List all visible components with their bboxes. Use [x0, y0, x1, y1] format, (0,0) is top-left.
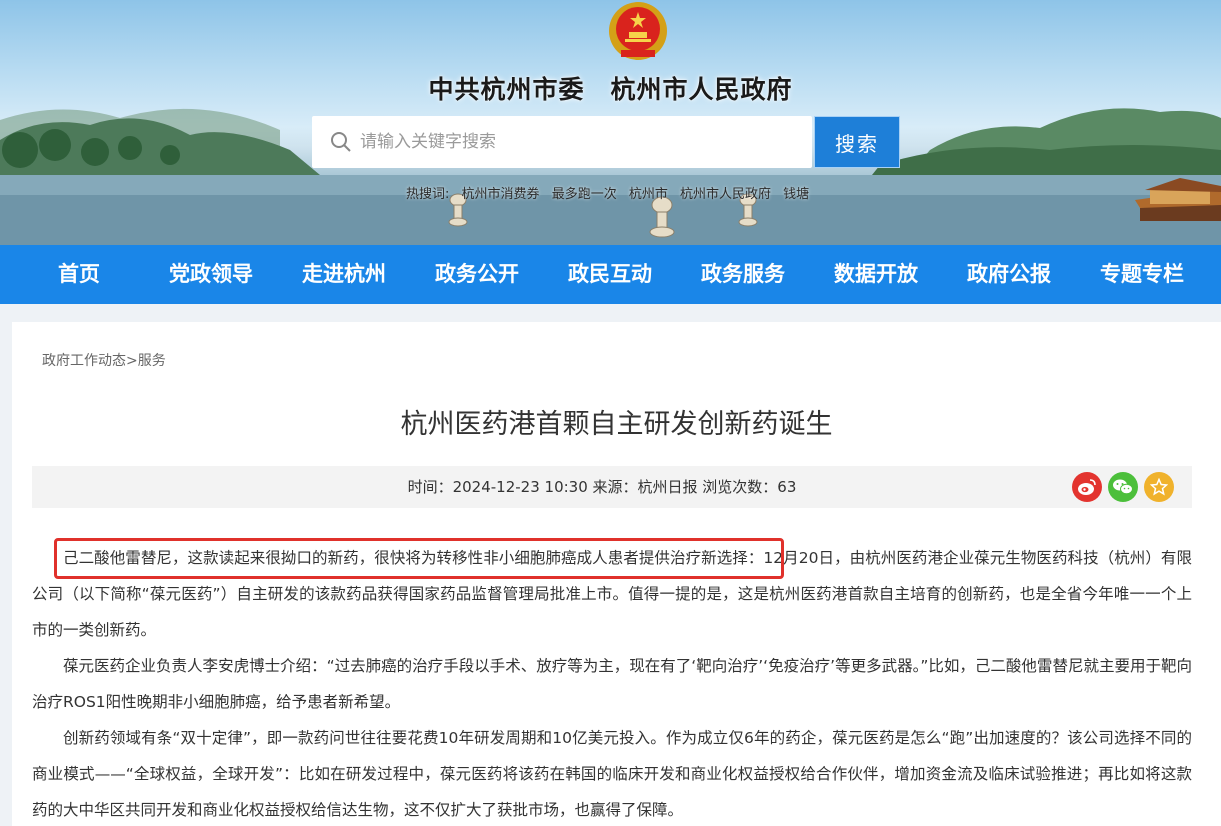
- hot-search-link[interactable]: 杭州市: [629, 187, 668, 202]
- hot-search-links: 热搜词: 杭州市消费券 最多跑一次 杭州市 杭州市人民政府 钱塘: [406, 183, 817, 202]
- breadcrumb-separator: >: [126, 353, 138, 369]
- search-icon: [331, 132, 351, 152]
- article-paragraph: 创新药领域有条“双十定律”，即一款药问世往往要花费10年研发周期和10亿美元投入…: [32, 729, 1192, 819]
- nav-item-open-data[interactable]: 数据开放: [816, 245, 936, 304]
- share-icons: [1072, 472, 1174, 502]
- search-input[interactable]: [360, 132, 780, 152]
- nav-item-leadership[interactable]: 党政领导: [151, 245, 271, 304]
- breadcrumb-parent[interactable]: 政府工作动态: [42, 353, 126, 369]
- nav-item-interaction[interactable]: 政民互动: [550, 245, 670, 304]
- article-meta: 时间：2024-12-23 10:30 来源：杭州日报 浏览次数：63: [407, 478, 797, 496]
- article-body: 己二酸他雷替尼，这款读起来很拗口的新药，很快将为转移性非小细胞肺癌成人患者提供治…: [32, 540, 1192, 826]
- weibo-share-icon[interactable]: [1072, 472, 1102, 502]
- hot-search-link[interactable]: 杭州市消费券: [462, 187, 540, 202]
- search-box[interactable]: [312, 116, 812, 168]
- nav-item-home[interactable]: 首页: [19, 245, 139, 304]
- article-title: 杭州医药港首颗自主研发创新药诞生: [400, 409, 833, 440]
- search-button[interactable]: 搜索: [814, 116, 900, 168]
- breadcrumb-current[interactable]: 服务: [138, 353, 166, 369]
- hot-search-label: 热搜词:: [406, 187, 450, 202]
- main-nav: 首页 党政领导 走进杭州 政务公开 政民互动 政务服务 数据开放 政府公报 专题…: [0, 245, 1221, 304]
- breadcrumb: 政府工作动态>服务: [42, 350, 166, 370]
- nav-item-topics[interactable]: 专题专栏: [1082, 245, 1202, 304]
- article-meta-bar: 时间：2024-12-23 10:30 来源：杭州日报 浏览次数：63: [32, 466, 1192, 508]
- site-title: 中共杭州市委 杭州市人民政府: [428, 75, 793, 104]
- nav-item-gazette[interactable]: 政府公报: [949, 245, 1069, 304]
- hot-search-link[interactable]: 杭州市人民政府: [680, 187, 771, 202]
- wechat-share-icon[interactable]: [1108, 472, 1138, 502]
- national-emblem-icon: [609, 2, 667, 60]
- highlight-box: [54, 538, 784, 579]
- nav-item-services[interactable]: 政务服务: [683, 245, 803, 304]
- hot-search-link[interactable]: 钱塘: [783, 187, 809, 202]
- article-paragraph: 葆元医药企业负责人李安虎博士介绍：“过去肺癌的治疗手段以手术、放疗等为主，现在有…: [32, 657, 1192, 711]
- nav-item-about[interactable]: 走进杭州: [284, 245, 404, 304]
- header-banner: 中共杭州市委 杭州市人民政府 搜索 热搜词: 杭州市消费券 最多跑一次 杭州市 …: [0, 0, 1221, 245]
- nav-item-disclosure[interactable]: 政务公开: [417, 245, 537, 304]
- hot-search-link[interactable]: 最多跑一次: [552, 187, 617, 202]
- favorite-star-icon[interactable]: [1144, 472, 1174, 502]
